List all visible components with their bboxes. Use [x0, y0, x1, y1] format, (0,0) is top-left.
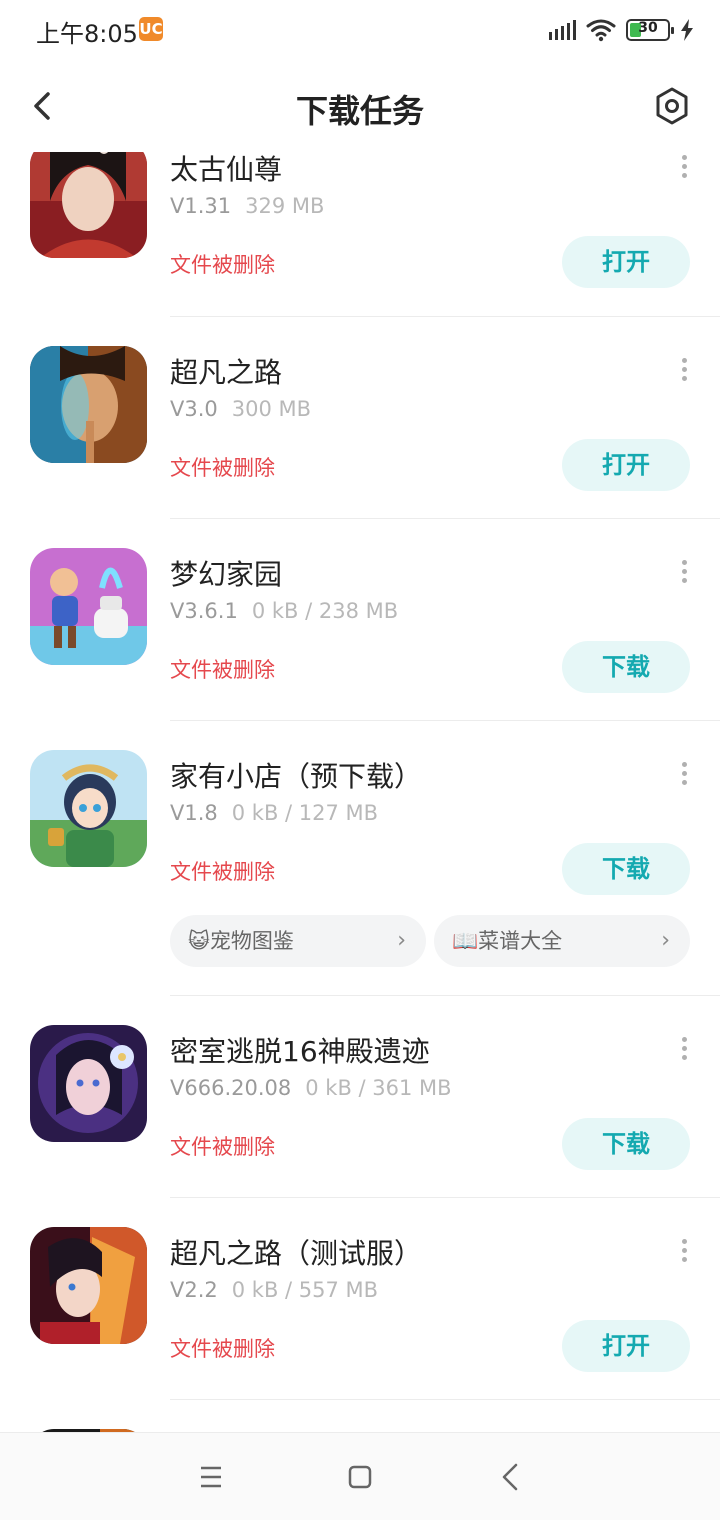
app-version: V1.31: [170, 194, 232, 218]
header: 下载任务: [0, 60, 720, 152]
download-list[interactable]: 太古仙尊 V1.31 329 MB 文件被删除 打开 超凡之路 V3.0 300 M…: [0, 152, 720, 1432]
app-size: 0 kB / 361 MB: [305, 1076, 452, 1100]
more-options-icon[interactable]: [676, 1037, 692, 1063]
status-time: 上午8:05: [36, 20, 138, 48]
status-indicators: 30: [549, 16, 694, 44]
chevron-right-icon: ›: [661, 928, 670, 953]
more-options-icon[interactable]: [676, 358, 692, 384]
app-version: V3.6.1: [170, 599, 238, 623]
app-icon-taigu: [30, 152, 147, 258]
app-status: 文件被删除: [170, 658, 275, 682]
list-item[interactable]: [0, 1400, 720, 1432]
list-item[interactable]: 家有小店（预下载） V1.8 0 kB / 127 MB 文件被删除 下载 😺宠物…: [0, 721, 720, 996]
app-version: V3.0: [170, 397, 218, 421]
more-options-icon[interactable]: [676, 560, 692, 586]
app-icon-mishi: [30, 1025, 147, 1142]
app-meta: V2.2 0 kB / 557 MB: [170, 1278, 378, 1302]
list-item[interactable]: 超凡之路（测试服） V2.2 0 kB / 557 MB 文件被删除 打开: [0, 1198, 720, 1400]
download-button[interactable]: 下载: [562, 641, 690, 693]
app-name: 家有小店（预下载）: [170, 760, 423, 793]
app-version: V1.8: [170, 801, 218, 825]
uc-browser-icon: UC: [139, 17, 163, 41]
menu-icon[interactable]: [190, 1459, 230, 1495]
battery-icon: 30: [626, 19, 674, 41]
home-icon[interactable]: [340, 1459, 380, 1495]
app-size: 329 MB: [245, 194, 325, 218]
app-name: 超凡之路: [170, 356, 283, 389]
open-button[interactable]: 打开: [562, 236, 690, 288]
app-meta: V1.8 0 kB / 127 MB: [170, 801, 378, 825]
app-version: V666.20.08: [170, 1076, 292, 1100]
app-meta: V1.31 329 MB: [170, 194, 324, 218]
app-icon-chaofan-test: [30, 1227, 147, 1344]
back-nav-icon[interactable]: [490, 1459, 530, 1495]
app-version: V2.2: [170, 1278, 218, 1302]
chip-label: 📖菜谱大全: [452, 929, 563, 953]
charging-icon: [681, 19, 693, 41]
download-button[interactable]: 下载: [562, 1118, 690, 1170]
app-meta: V3.0 300 MB: [170, 397, 311, 421]
app-status: 文件被删除: [170, 253, 275, 277]
app-name: 梦幻家园: [170, 558, 283, 591]
chevron-right-icon: ›: [397, 928, 406, 953]
app-name: 密室逃脱16神殿遗迹: [170, 1035, 430, 1068]
app-icon-jiayou: [30, 750, 147, 867]
download-button[interactable]: 下载: [562, 843, 690, 895]
app-name: 太古仙尊: [170, 153, 283, 186]
list-item[interactable]: 超凡之路 V3.0 300 MB 文件被删除 打开: [0, 317, 720, 519]
list-item[interactable]: 梦幻家园 V3.6.1 0 kB / 238 MB 文件被删除 下载: [0, 519, 720, 721]
more-options-icon[interactable]: [676, 155, 692, 181]
status-bar: 上午8:05 UC 30: [0, 0, 720, 60]
app-icon-menghuan: [30, 548, 147, 665]
open-button[interactable]: 打开: [562, 1320, 690, 1372]
app-meta: V3.6.1 0 kB / 238 MB: [170, 599, 398, 623]
app-status: 文件被删除: [170, 1337, 275, 1361]
open-button[interactable]: 打开: [562, 439, 690, 491]
list-item[interactable]: 密室逃脱16神殿遗迹 V666.20.08 0 kB / 361 MB 文件被删除…: [0, 996, 720, 1198]
app-status: 文件被删除: [170, 456, 275, 480]
settings-icon[interactable]: [652, 84, 692, 128]
chip-recipes[interactable]: 📖菜谱大全 ›: [434, 915, 690, 967]
app-size: 0 kB / 238 MB: [251, 599, 399, 623]
system-nav-bar: [0, 1432, 720, 1520]
page-title: 下载任务: [295, 92, 424, 130]
chip-pet-guide[interactable]: 😺宠物图鉴 ›: [170, 915, 426, 967]
signal-icon: [549, 20, 576, 40]
app-status: 文件被删除: [170, 1135, 275, 1159]
more-options-icon[interactable]: [676, 1239, 692, 1265]
app-size: 300 MB: [231, 397, 312, 421]
app-size: 0 kB / 127 MB: [231, 801, 379, 825]
more-options-icon[interactable]: [676, 762, 692, 788]
chip-label: 😺宠物图鉴: [188, 929, 294, 953]
battery-level: 30: [638, 20, 658, 36]
app-icon-chaofan: [30, 346, 147, 463]
app-status: 文件被删除: [170, 860, 275, 884]
app-name: 超凡之路（测试服）: [170, 1237, 423, 1270]
wifi-icon: [586, 19, 616, 42]
app-meta: V666.20.08 0 kB / 361 MB: [170, 1076, 452, 1100]
list-item[interactable]: 太古仙尊 V1.31 329 MB 文件被删除 打开: [0, 152, 720, 317]
app-size: 0 kB / 557 MB: [231, 1278, 379, 1302]
